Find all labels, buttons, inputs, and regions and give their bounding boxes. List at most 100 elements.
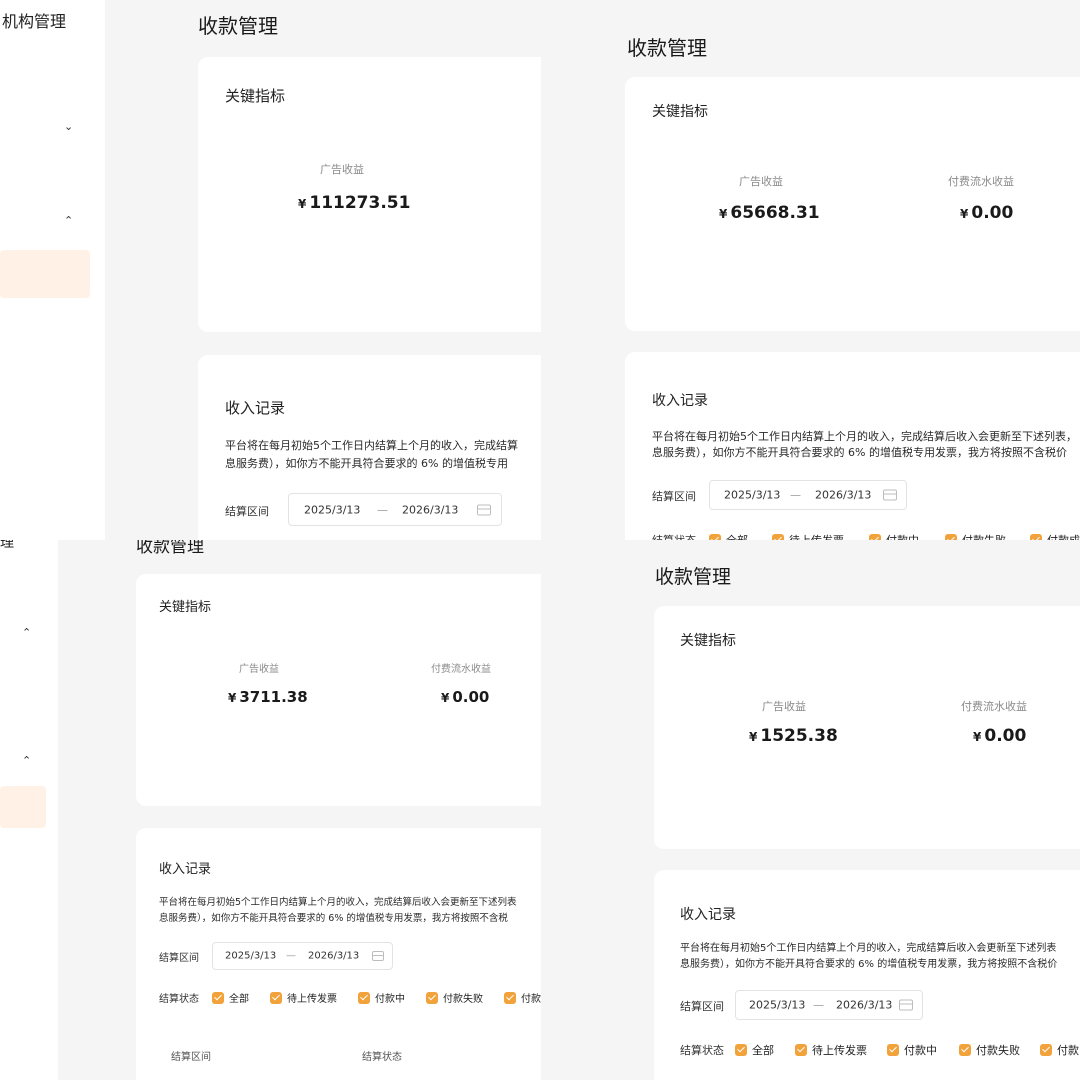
status-option-pending-invoice[interactable]: 待上传发票 — [795, 1042, 867, 1058]
paid-revenue-number: 0.00 — [452, 688, 490, 706]
status-option-all[interactable]: 全部 — [735, 1042, 774, 1058]
date-end: 2026/3/13 — [815, 488, 872, 502]
calendar-icon[interactable] — [477, 504, 491, 515]
checkbox-checked-icon[interactable] — [212, 991, 224, 1004]
date-start: 2025/3/13 — [304, 503, 361, 516]
ad-revenue-label: 广告收益 — [239, 664, 279, 675]
chevron-up-icon[interactable]: ⌃ — [22, 754, 31, 767]
metrics-card: 关键指标 广告收益 ¥65668.31 付费流水收益 ¥0.00 — [625, 77, 1080, 331]
ad-revenue-number: 65668.31 — [730, 203, 820, 223]
currency-symbol: ¥ — [973, 730, 982, 744]
income-card-title: 收入记录 — [159, 862, 212, 877]
settle-range-label: 结算区间 — [159, 953, 199, 964]
checkbox-checked-icon[interactable] — [887, 1044, 899, 1056]
currency-symbol: ¥ — [441, 691, 450, 705]
ad-revenue-label: 广告收益 — [739, 175, 783, 188]
income-card: 收入记录 平台将在每月初始5个工作日内结算上个月的收入，完成结算后收入会更新至下… — [625, 352, 1080, 540]
paid-revenue-value: ¥0.00 — [441, 688, 489, 706]
sidebar-item-active[interactable] — [0, 786, 46, 828]
status-option-all[interactable]: 全部 — [709, 532, 748, 540]
paid-revenue-number: 0.00 — [984, 726, 1027, 746]
status-option-label: 付款失败 — [976, 1044, 1020, 1057]
status-option-pending-invoice[interactable]: 待上传发票 — [270, 990, 337, 1005]
calendar-icon[interactable] — [372, 951, 384, 961]
settle-range-picker[interactable]: 2025/3/13 — 2026/3/13 — [212, 942, 393, 970]
status-option-success[interactable]: 付款 — [504, 990, 541, 1005]
status-option-paying[interactable]: 付款中 — [887, 1042, 937, 1058]
income-card-title: 收入记录 — [225, 399, 286, 417]
calendar-icon[interactable] — [899, 999, 913, 1011]
status-option-failed[interactable]: 付款失败 — [945, 532, 1006, 540]
sidebar-item-org-mgmt[interactable]: 机构管理 — [2, 8, 66, 32]
currency-symbol: ¥ — [749, 730, 758, 744]
checkbox-checked-icon[interactable] — [358, 991, 370, 1004]
settle-range-picker[interactable]: 2025/3/13 — 2026/3/13 — [709, 480, 907, 510]
status-option-pending-invoice[interactable]: 待上传发票 — [772, 532, 844, 540]
settle-range-picker[interactable]: 2025/3/13 — 2026/3/13 — [288, 493, 502, 526]
settle-status-label: 结算状态 — [159, 994, 199, 1005]
metrics-card: 关键指标 广告收益 ¥111273.51 — [198, 57, 541, 332]
page-title: 收款管理 — [136, 540, 204, 557]
checkbox-checked-icon[interactable] — [1040, 1044, 1052, 1056]
checkbox-checked-icon[interactable] — [270, 991, 282, 1004]
page-title: 收款管理 — [627, 36, 707, 60]
settle-status-label: 结算状态 — [680, 1044, 724, 1057]
checkbox-checked-icon[interactable] — [735, 1044, 747, 1056]
date-end: 2026/3/13 — [308, 950, 360, 962]
checkbox-checked-icon[interactable] — [959, 1044, 971, 1056]
sidebar-item-active[interactable] — [0, 250, 90, 298]
date-separator: — — [813, 998, 824, 1012]
ad-revenue-value: ¥1525.38 — [749, 726, 838, 746]
metrics-card-title: 关键指标 — [225, 87, 286, 105]
settle-range-label: 结算区间 — [225, 505, 269, 518]
panel-bottom-left: 管理 ⌃ ⌃ 收款管理 关键指标 广告收益 ¥3711.38 付费流水收益 ¥0… — [0, 540, 541, 1080]
chevron-down-icon[interactable]: ⌄ — [64, 120, 73, 133]
page-title: 收款管理 — [198, 14, 278, 38]
status-option-success[interactable]: 付款 — [1040, 1042, 1079, 1058]
ad-revenue-label: 广告收益 — [762, 700, 806, 713]
checkbox-checked-icon[interactable] — [795, 1044, 807, 1056]
status-option-label: 付款成 — [1047, 532, 1080, 540]
income-description-line2: 息服务费），如你方不能开具符合要求的 6% 的增值税专用发票，我方将按照不含税价 — [680, 959, 1058, 970]
settle-range-picker[interactable]: 2025/3/13 — 2026/3/13 — [735, 990, 923, 1020]
chevron-up-icon[interactable]: ⌃ — [64, 214, 73, 227]
ad-revenue-number: 1525.38 — [760, 726, 838, 746]
date-start: 2025/3/13 — [225, 950, 277, 962]
sidebar-item-org-mgmt[interactable]: 管理 — [0, 540, 14, 552]
status-option-failed[interactable]: 付款失败 — [959, 1042, 1020, 1058]
income-card-title: 收入记录 — [652, 393, 708, 409]
ad-revenue-number: 111273.51 — [309, 193, 411, 213]
panel-top-right: 收款管理 关键指标 广告收益 ¥65668.31 付费流水收益 ¥0.00 收入… — [541, 0, 1080, 540]
chevron-up-icon[interactable]: ⌃ — [22, 626, 31, 639]
paid-revenue-label: 付费流水收益 — [961, 700, 1027, 713]
currency-symbol: ¥ — [298, 197, 307, 211]
status-option-failed[interactable]: 付款失败 — [426, 990, 483, 1005]
checkbox-checked-icon[interactable] — [426, 991, 438, 1004]
checkbox-checked-icon[interactable] — [504, 991, 516, 1004]
status-option-label: 待上传发票 — [789, 532, 844, 540]
status-option-paying[interactable]: 付款中 — [358, 990, 405, 1005]
metrics-card-title: 关键指标 — [652, 104, 708, 120]
date-start: 2025/3/13 — [724, 488, 781, 502]
paid-revenue-number: 0.00 — [971, 203, 1014, 223]
page-title: 收款管理 — [655, 566, 732, 588]
status-option-label: 付款 — [521, 994, 541, 1005]
status-option-label: 待上传发票 — [812, 1044, 867, 1057]
income-card: 收入记录 平台将在每月初始5个工作日内结算上个月的收入，完成结算后收入会更新至下… — [136, 828, 541, 1080]
metrics-card-title: 关键指标 — [680, 633, 736, 649]
income-card-title: 收入记录 — [680, 907, 736, 923]
date-end: 2026/3/13 — [402, 503, 459, 516]
ad-revenue-value: ¥3711.38 — [228, 688, 308, 706]
settle-range-label: 结算区间 — [680, 1000, 724, 1013]
status-option-label: 付款中 — [904, 1044, 937, 1057]
calendar-icon[interactable] — [883, 489, 897, 501]
currency-symbol: ¥ — [719, 207, 728, 221]
metrics-card: 关键指标 广告收益 ¥1525.38 付费流水收益 ¥0.00 — [654, 606, 1080, 849]
status-option-paying[interactable]: 付款中 — [869, 532, 919, 540]
status-option-success[interactable]: 付款成 — [1030, 532, 1080, 540]
status-option-all[interactable]: 全部 — [212, 990, 249, 1005]
panel-bottom-right: 收款管理 关键指标 广告收益 ¥1525.38 付费流水收益 ¥0.00 收入记… — [541, 540, 1080, 1080]
panel-top-left: 机构管理 ⌄ ⌃ 收款管理 关键指标 广告收益 ¥111273.51 收入记录 … — [0, 0, 541, 540]
income-description-line2: 息服务费），如你方不能开具符合要求的 6% 的增值税专用发票，我方将按照不含税价 — [652, 446, 1067, 459]
table-header-settle-status: 结算状态 — [362, 1052, 402, 1063]
